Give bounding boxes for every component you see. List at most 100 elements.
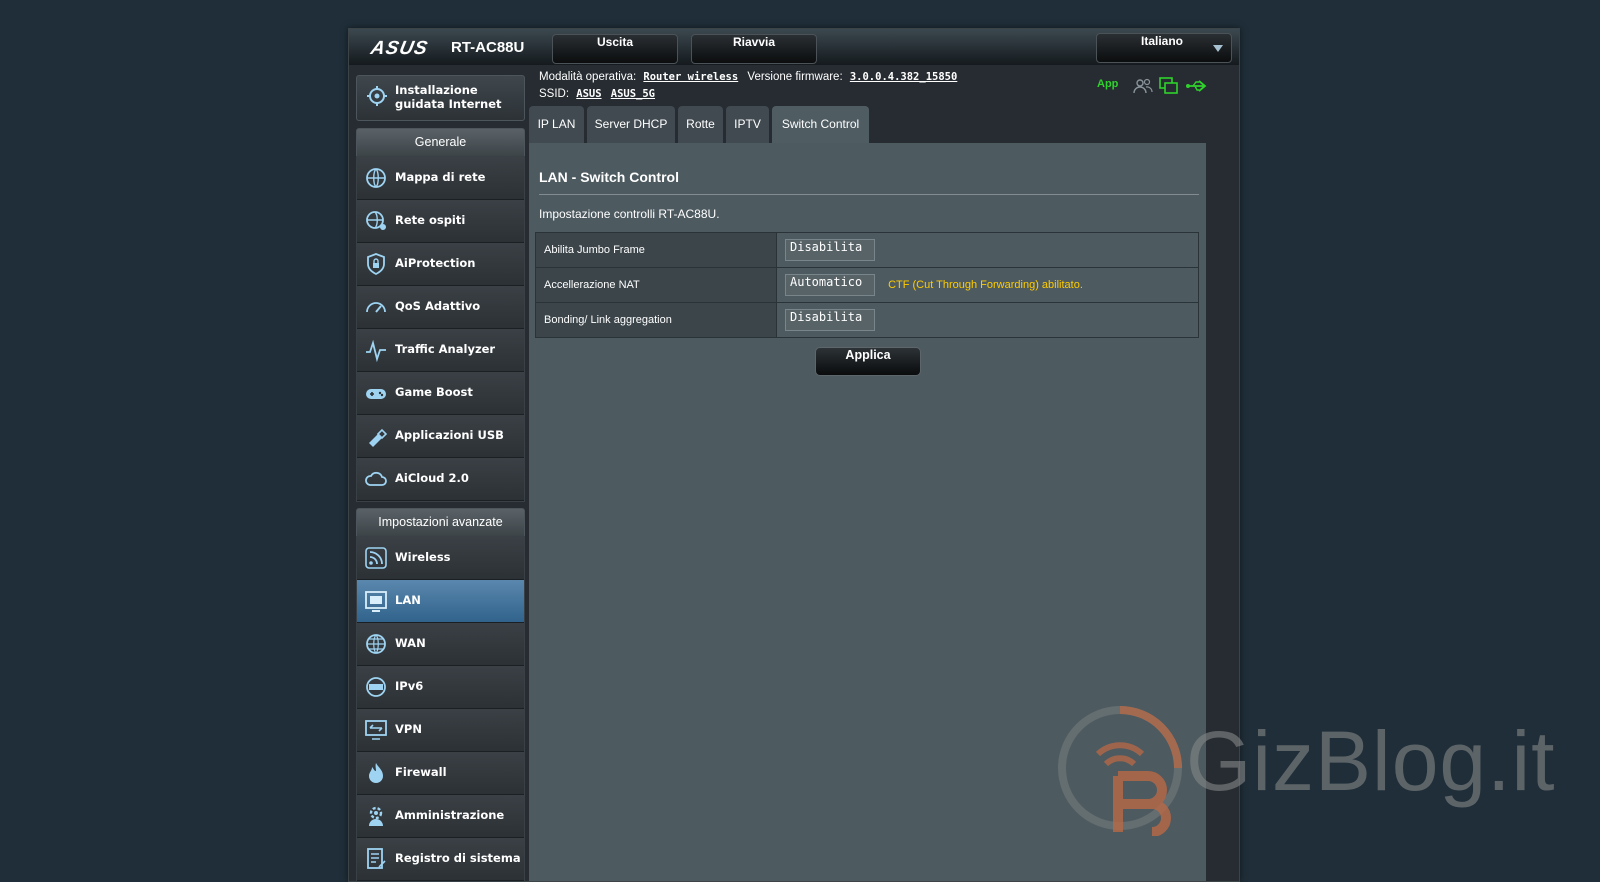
ctf-status-note: CTF (Cut Through Forwarding) abilitato.	[888, 279, 1083, 291]
lock-shield-icon	[364, 252, 388, 276]
menu-item-label: LAN	[395, 593, 421, 607]
asus-logo[interactable]: ASUS	[369, 38, 430, 60]
menu-item-aicloud[interactable]: AiCloud 2.0	[357, 458, 524, 501]
wifi-icon	[364, 546, 388, 570]
menu-item-label: Traffic Analyzer	[395, 342, 496, 356]
menu-item-adaptive-qos[interactable]: QoS Adattivo	[357, 286, 524, 329]
tab-dhcp-server[interactable]: Server DHCP	[587, 106, 675, 143]
menu-item-label: IPv6	[395, 679, 424, 693]
menu-item-game-boost[interactable]: Game Boost	[357, 372, 524, 415]
tab-ip-lan[interactable]: IP LAN	[529, 106, 584, 143]
tab-switch-control[interactable]: Switch Control	[772, 106, 869, 143]
quick-internet-setup-button[interactable]: Installazione guidata Internet	[356, 75, 525, 121]
cloud-icon	[364, 467, 388, 491]
clients-icon[interactable]	[1133, 77, 1153, 100]
apply-button[interactable]: Applica	[815, 347, 921, 376]
menu-item-guest-network[interactable]: Rete ospiti	[357, 200, 524, 243]
network-icon[interactable]	[1159, 77, 1179, 100]
menu-item-administration[interactable]: Amministrazione	[357, 795, 524, 838]
pulse-icon	[364, 338, 388, 363]
menu-item-label: Rete ospiti	[395, 213, 466, 227]
gauge-icon	[364, 295, 388, 319]
menu-item-network-map[interactable]: Mappa di rete	[357, 157, 524, 200]
menu-item-label: Applicazioni USB	[395, 428, 504, 442]
watermark-logo-icon	[1058, 706, 1182, 836]
setup-wizard-icon	[365, 84, 389, 113]
setting-row-jumbo-frame: Abilita Jumbo Frame Disabilita	[535, 232, 1199, 268]
menu-item-wireless[interactable]: Wireless	[357, 537, 524, 580]
app-link[interactable]: App	[1097, 78, 1118, 90]
logout-button[interactable]: Uscita	[552, 34, 678, 64]
lan-icon	[364, 589, 388, 613]
menu-item-label: Registro di sistema	[395, 851, 521, 865]
nat-acceleration-select[interactable]: Automatico	[785, 274, 875, 296]
menu-item-label: Wireless	[395, 550, 451, 564]
usb-icon[interactable]	[1185, 77, 1207, 100]
menu-item-ipv6[interactable]: IPv6	[357, 666, 524, 709]
firmware-label: Versione firmware:	[747, 71, 843, 83]
menu-item-aiprotection[interactable]: AiProtection	[357, 243, 524, 286]
top-bar: ASUS RT-AC88U Uscita Riavvia Italiano	[349, 29, 1239, 65]
menu-item-system-log[interactable]: Registro di sistema	[357, 838, 524, 881]
gamepad-icon	[364, 381, 388, 405]
menu-item-label: AiProtection	[395, 256, 476, 270]
jumbo-frame-select[interactable]: Disabilita	[785, 239, 875, 261]
setting-label: Abilita Jumbo Frame	[535, 232, 777, 268]
general-menu-header: Generale	[356, 128, 525, 156]
flame-icon	[364, 761, 388, 785]
language-value: Italiano	[1141, 34, 1184, 48]
page-title: LAN - Switch Control	[539, 169, 679, 185]
operation-mode-link[interactable]: Router wireless	[643, 71, 738, 83]
advanced-menu-header: Impostazioni avanzate	[356, 508, 525, 536]
setting-value-cell: Disabilita	[776, 232, 1199, 268]
menu-item-label: Mappa di rete	[395, 170, 486, 184]
menu-item-label: WAN	[395, 636, 426, 650]
watermark: GizBlog.it	[1058, 706, 1578, 836]
watermark-text: GizBlog.it	[1186, 714, 1556, 808]
tab-routes[interactable]: Rotte	[678, 106, 723, 143]
model-name: RT-AC88U	[451, 39, 525, 56]
mode-label: Modalità operativa:	[539, 71, 637, 83]
menu-item-vpn[interactable]: VPN	[357, 709, 524, 752]
tab-iptv[interactable]: IPTV	[726, 106, 769, 143]
log-icon	[364, 847, 388, 871]
setting-label: Bonding/ Link aggregation	[535, 302, 777, 338]
setting-value-cell: Automatico CTF (Cut Through Forwarding) …	[776, 267, 1199, 303]
setting-row-nat-acceleration: Accellerazione NAT Automatico CTF (Cut T…	[535, 267, 1199, 303]
menu-item-label: AiCloud 2.0	[395, 471, 469, 485]
qis-label-line1: Installazione	[395, 83, 478, 97]
globe-icon	[364, 632, 388, 656]
menu-item-label: Amministrazione	[395, 808, 505, 822]
ssid-link[interactable]: ASUS	[576, 88, 601, 100]
menu-item-label: VPN	[395, 722, 422, 736]
ssid-link[interactable]: ASUS_5G	[611, 88, 655, 100]
title-divider	[539, 194, 1199, 195]
setting-label: Accellerazione NAT	[535, 267, 777, 303]
menu-item-lan[interactable]: LAN	[357, 580, 524, 623]
general-menu: Mappa di rete Rete ospiti AiProtection Q…	[356, 156, 525, 502]
globe-network-icon	[364, 166, 388, 190]
menu-item-traffic-analyzer[interactable]: Traffic Analyzer	[357, 329, 524, 372]
reboot-button[interactable]: Riavvia	[691, 34, 817, 64]
usb-stick-icon	[364, 424, 388, 448]
setting-value-cell: Disabilita	[776, 302, 1199, 338]
vpn-icon	[364, 718, 388, 742]
link-aggregation-select[interactable]: Disabilita	[785, 309, 875, 331]
chevron-down-icon	[1213, 45, 1223, 52]
menu-item-usb-applications[interactable]: Applicazioni USB	[357, 415, 524, 458]
menu-item-wan[interactable]: WAN	[357, 623, 524, 666]
status-info: Modalità operativa: Router wireless Vers…	[539, 69, 957, 103]
firmware-version-link[interactable]: 3.0.0.4.382_15850	[850, 71, 957, 83]
qis-label-line2: guidata Internet	[395, 97, 502, 111]
menu-item-label: QoS Adattivo	[395, 299, 481, 313]
guest-network-icon	[364, 209, 388, 233]
settings-table: Abilita Jumbo Frame Disabilita Accellera…	[535, 232, 1199, 338]
language-select[interactable]: Italiano	[1096, 33, 1232, 63]
menu-item-label: Game Boost	[395, 385, 473, 399]
menu-item-label: Firewall	[395, 765, 447, 779]
ssid-label: SSID:	[539, 88, 570, 100]
ipv6-icon	[364, 675, 388, 699]
menu-item-firewall[interactable]: Firewall	[357, 752, 524, 795]
gear-user-icon	[364, 804, 388, 828]
setting-row-link-aggregation: Bonding/ Link aggregation Disabilita	[535, 302, 1199, 338]
